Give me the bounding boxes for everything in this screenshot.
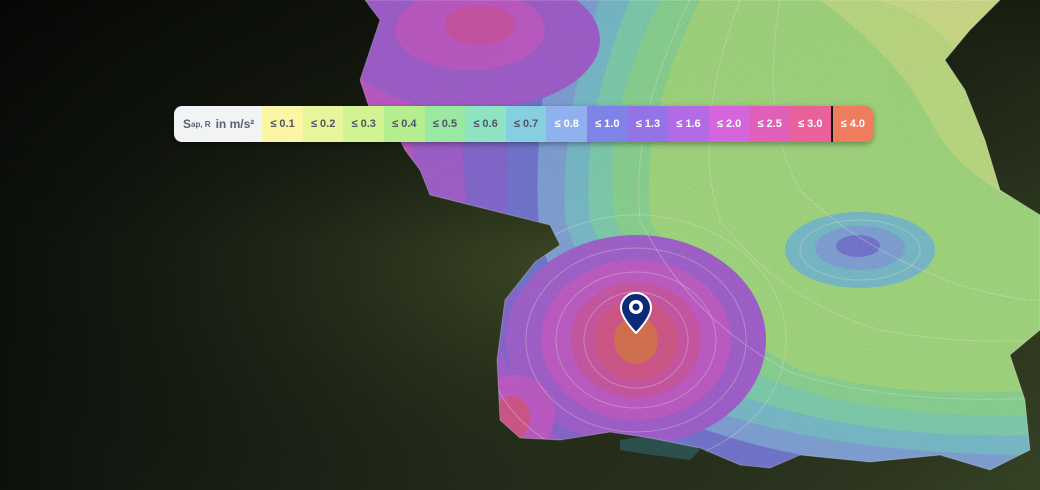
- location-pin-icon[interactable]: [619, 292, 653, 334]
- color-scale-legend: Sap, Rin m/s² ≤ 0.1 ≤ 0.2 ≤ 0.3 ≤ 0.4 ≤ 0.5 ≤…: [174, 106, 874, 142]
- legend-swatch[interactable]: ≤ 0.1: [262, 106, 303, 142]
- hazard-map[interactable]: [0, 0, 1040, 490]
- legend-title: Sap, R in m/s²: [174, 106, 263, 142]
- legend-swatch[interactable]: ≤ 0.4: [384, 106, 425, 142]
- legend-swatch[interactable]: ≤ 0.8: [546, 106, 587, 142]
- legend-swatch[interactable]: ≤ 1.0: [587, 106, 628, 142]
- legend-swatch[interactable]: ≤ 0.2: [302, 106, 344, 142]
- legend-title-symbol: S: [183, 117, 192, 131]
- legend-swatch[interactable]: ≤ 2.5: [749, 106, 790, 142]
- legend-title-unit: in m/s²: [215, 117, 255, 131]
- legend-swatch[interactable]: ≤ 3.0: [789, 106, 831, 142]
- legend-swatch[interactable]: ≤ 1.6: [668, 106, 709, 142]
- legend-swatch[interactable]: ≤ 1.3: [627, 106, 669, 142]
- legend-swatch[interactable]: ≤ 0.3: [343, 106, 385, 142]
- legend-title-subscript: ap, R: [191, 119, 211, 129]
- legend-swatch[interactable]: ≤ 0.5: [424, 106, 466, 142]
- legend-swatch[interactable]: ≤ 2.0: [708, 106, 750, 142]
- legend-swatch[interactable]: ≤ 0.7: [505, 106, 547, 142]
- legend-swatch[interactable]: ≤ 0.6: [465, 106, 506, 142]
- map-canvas: [0, 0, 1040, 490]
- legend-swatch[interactable]: ≤ 4.0: [830, 106, 874, 142]
